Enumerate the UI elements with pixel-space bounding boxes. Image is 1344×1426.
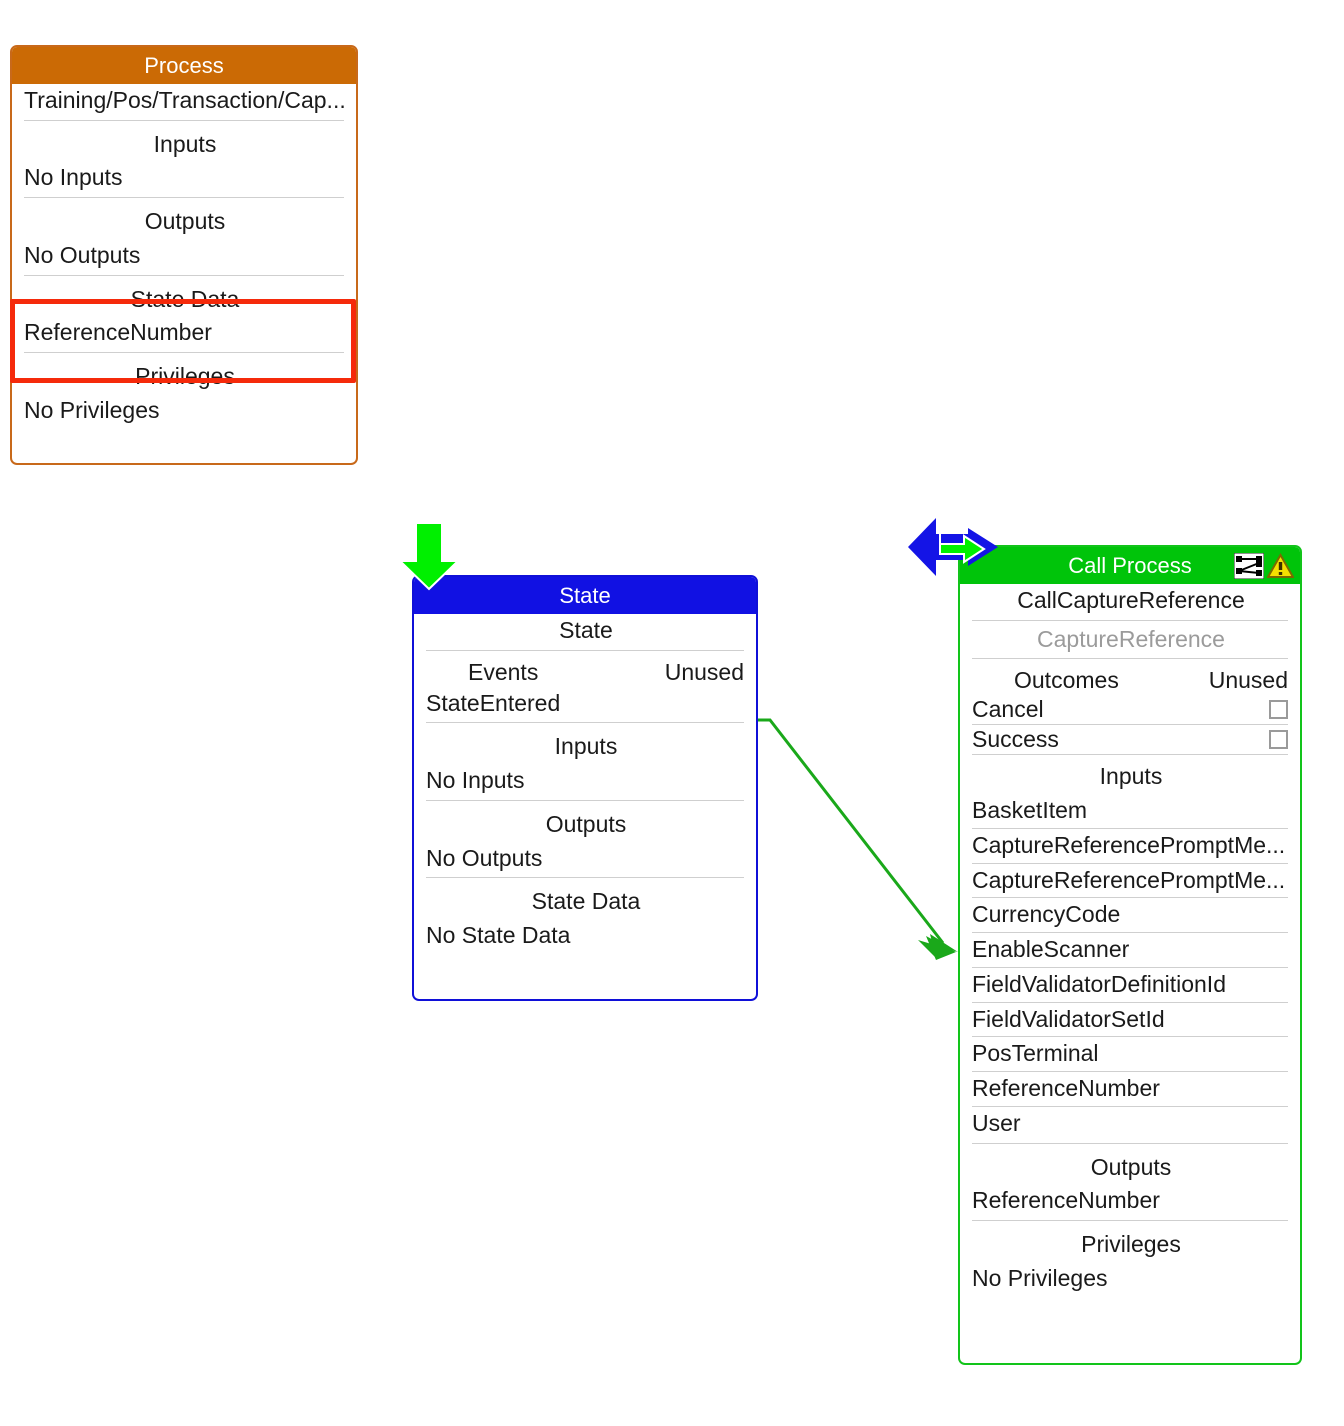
- process-outputs-value: No Outputs: [24, 241, 141, 268]
- process-inputs-value: No Inputs: [24, 164, 123, 191]
- process-node-header: Process: [12, 47, 356, 84]
- process-node[interactable]: Process Training/Pos/Transaction/Cap... …: [10, 45, 358, 465]
- input-item: PosTerminal: [972, 1040, 1099, 1067]
- call-process-name: CallCaptureReference: [1017, 587, 1245, 613]
- state-node-title: State: [559, 583, 611, 608]
- divider: [24, 352, 344, 354]
- input-item: User: [972, 1109, 1021, 1136]
- outcome-row[interactable]: Cancel: [960, 695, 1300, 724]
- state-state-data-value: No State Data: [426, 922, 571, 949]
- call-process-target: CaptureReference: [1037, 625, 1225, 652]
- state-node-header: State: [414, 577, 756, 614]
- privilege-item: No Privileges: [972, 1264, 1108, 1291]
- process-node-body: Training/Pos/Transaction/Cap... Inputs N…: [12, 84, 356, 438]
- divider: [972, 619, 1288, 621]
- state-events-unused-label: Unused: [664, 658, 744, 685]
- outcome-unused-checkbox[interactable]: [1269, 700, 1288, 720]
- process-privileges-label: Privileges: [135, 363, 235, 390]
- divider: [972, 658, 1288, 660]
- state-state-data-label: State Data: [531, 888, 641, 915]
- divider: [24, 119, 344, 121]
- state-event-item: StateEntered: [426, 689, 561, 716]
- state-inputs-label: Inputs: [554, 733, 618, 760]
- outcomes-unused-label: Unused: [1208, 667, 1288, 694]
- process-node-title: Process: [144, 53, 224, 78]
- outcome-label: Success: [972, 726, 1059, 753]
- process-outputs-label: Outputs: [144, 208, 226, 235]
- input-item: CaptureReferencePromptMe...: [972, 831, 1286, 858]
- call-process-node-header: Call Process: [960, 547, 1300, 584]
- outcomes-label: Outcomes: [1014, 667, 1119, 694]
- outcome-label: Cancel: [972, 696, 1044, 723]
- call-process-outcomes-header: Outcomes Unused: [960, 661, 1300, 695]
- flow-diagram-icon[interactable]: [1233, 552, 1265, 579]
- call-process-node[interactable]: Call Process CallCaptureReference Captur…: [958, 545, 1302, 1365]
- divider: [24, 197, 344, 199]
- outcome-unused-checkbox[interactable]: [1269, 730, 1288, 750]
- process-path: Training/Pos/Transaction/Cap...: [24, 87, 346, 113]
- process-state-data-value: ReferenceNumber: [24, 319, 212, 346]
- call-process-inputs-label: Inputs: [1099, 763, 1163, 790]
- call-process-header-icons: [1233, 552, 1295, 579]
- state-node-body: State Events Unused StateEntered Inputs …: [414, 614, 756, 963]
- divider: [972, 1220, 1288, 1222]
- input-item: ReferenceNumber: [972, 1075, 1160, 1102]
- call-process-outputs-label: Outputs: [1090, 1153, 1172, 1180]
- call-process-privileges-label: Privileges: [1081, 1231, 1181, 1258]
- process-inputs-label: Inputs: [153, 130, 217, 157]
- state-inputs-value: No Inputs: [426, 767, 525, 794]
- process-state-data-label: State Data: [130, 285, 240, 312]
- input-item: EnableScanner: [972, 936, 1130, 963]
- input-item: CurrencyCode: [972, 901, 1121, 928]
- input-item: CaptureReferencePromptMe...: [972, 866, 1286, 893]
- divider: [972, 1142, 1288, 1144]
- divider: [426, 649, 744, 651]
- state-events-label: Events: [468, 658, 539, 685]
- warning-triangle-icon[interactable]: [1266, 552, 1295, 579]
- input-item: FieldValidatorSetId: [972, 1005, 1165, 1032]
- outcome-row[interactable]: Success: [960, 725, 1300, 754]
- input-item: BasketItem: [972, 797, 1088, 824]
- divider: [426, 799, 744, 801]
- divider: [426, 722, 744, 724]
- process-privileges-value: No Privileges: [24, 396, 160, 423]
- call-process-node-body: CallCaptureReference CaptureReference Ou…: [960, 584, 1300, 1305]
- input-item: FieldValidatorDefinitionId: [972, 970, 1226, 997]
- state-name: State: [559, 617, 613, 643]
- output-item: ReferenceNumber: [972, 1187, 1160, 1214]
- state-outputs-label: Outputs: [545, 810, 627, 837]
- call-process-node-title: Call Process: [1068, 553, 1192, 578]
- state-node[interactable]: State State Events Unused StateEntered I…: [412, 575, 758, 1001]
- state-events-header: Events Unused: [414, 653, 756, 687]
- divider: [24, 274, 344, 276]
- state-outputs-value: No Outputs: [426, 844, 543, 871]
- connector-state-to-call-process[interactable]: [740, 690, 980, 970]
- divider: [426, 877, 744, 879]
